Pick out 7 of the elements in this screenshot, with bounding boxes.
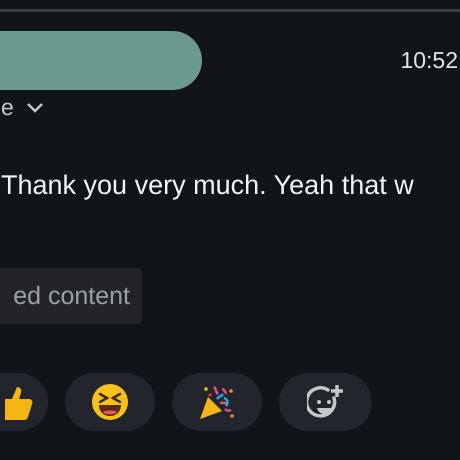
message-body: Thank you very much. Yeah that w — [1, 170, 415, 201]
show-trimmed-content-button[interactable]: ed content — [0, 268, 142, 324]
party-popper-icon — [198, 383, 236, 421]
laughing-face-icon — [91, 383, 129, 421]
recipient-label: e — [1, 94, 14, 120]
message-time: 10:52 — [400, 47, 458, 74]
chevron-down-icon[interactable] — [26, 102, 44, 112]
